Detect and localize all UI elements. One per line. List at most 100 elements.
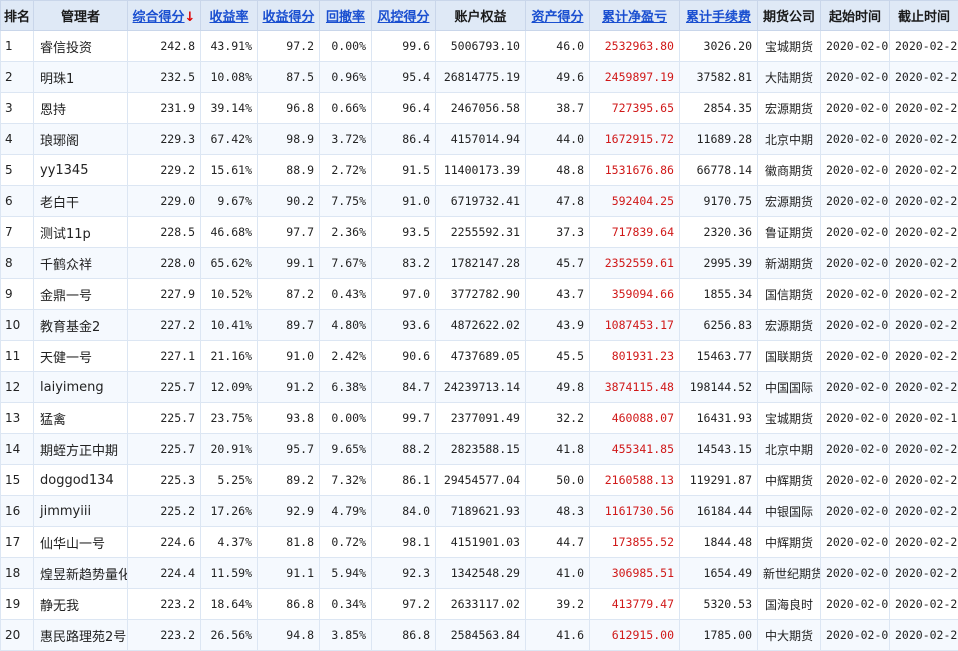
cell-return-rate: 18.64%	[200, 588, 258, 620]
cell-manager[interactable]: 恩持	[33, 92, 128, 124]
cell-net-profit: 1161730.56	[589, 495, 680, 527]
cell-rank: 19	[0, 588, 34, 620]
cell-manager[interactable]: jimmyiii	[33, 495, 128, 527]
cell-composite-score: 225.7	[127, 433, 201, 465]
cell-return-score: 81.8	[257, 526, 320, 558]
sort-link-return-score[interactable]: 收益得分	[262, 10, 314, 25]
cell-manager[interactable]: 猛禽	[33, 402, 128, 434]
header-drawdown[interactable]: 回撤率	[319, 0, 372, 31]
cell-drawdown: 2.42%	[319, 340, 372, 372]
cell-risk-score: 98.1	[371, 526, 436, 558]
cell-end-time: 2020-02-26	[889, 154, 958, 186]
cell-manager[interactable]: 惠民路理苑2号	[33, 619, 128, 651]
header-risk-score[interactable]: 风控得分	[371, 0, 436, 31]
cell-manager[interactable]: 静无我	[33, 588, 128, 620]
cell-fees: 9170.75	[679, 185, 758, 217]
cell-equity: 2584563.84	[435, 619, 526, 651]
cell-return-rate: 10.41%	[200, 309, 258, 341]
cell-company: 北京中期	[757, 123, 821, 155]
header-rank: 排名	[0, 0, 34, 31]
cell-start-time: 2020-02-03	[820, 185, 890, 217]
cell-asset-score: 48.3	[525, 495, 590, 527]
cell-manager[interactable]: 测试11p	[33, 216, 128, 248]
header-net-profit[interactable]: 累计净盈亏	[589, 0, 680, 31]
cell-return-score: 87.2	[257, 278, 320, 310]
cell-manager[interactable]: 明珠1	[33, 61, 128, 93]
cell-manager[interactable]: 天健一号	[33, 340, 128, 372]
table-row: 3 恩持 231.9 39.14% 96.8 0.66% 96.4 2467056.58 38.…	[0, 92, 958, 124]
cell-manager[interactable]: 期蛭方正中期	[33, 433, 128, 465]
cell-composite-score: 223.2	[127, 619, 201, 651]
cell-composite-score: 225.7	[127, 371, 201, 403]
cell-start-time: 2020-02-03	[820, 61, 890, 93]
cell-end-time: 2020-02-26	[889, 340, 958, 372]
sort-link-risk-score[interactable]: 风控得分	[377, 10, 429, 25]
cell-manager[interactable]: laiyimeng	[33, 371, 128, 403]
cell-manager[interactable]: 琅琊阁	[33, 123, 128, 155]
cell-drawdown: 2.72%	[319, 154, 372, 186]
cell-return-score: 89.2	[257, 464, 320, 496]
cell-asset-score: 44.7	[525, 526, 590, 558]
cell-end-time: 2020-02-26	[889, 495, 958, 527]
cell-risk-score: 86.8	[371, 619, 436, 651]
sort-link-fees[interactable]: 累计手续费	[686, 10, 751, 25]
cell-risk-score: 83.2	[371, 247, 436, 279]
cell-end-time: 2020-02-26	[889, 433, 958, 465]
cell-start-time: 2020-02-03	[820, 433, 890, 465]
cell-manager[interactable]: doggod134	[33, 464, 128, 496]
sort-link-composite-score[interactable]: 综合得分	[133, 10, 185, 25]
cell-asset-score: 48.8	[525, 154, 590, 186]
cell-fees: 16431.93	[679, 402, 758, 434]
table-row: 17 仙华山一号 224.6 4.37% 81.8 0.72% 98.1 4151901.03…	[0, 526, 958, 558]
cell-fees: 2320.36	[679, 216, 758, 248]
cell-return-score: 91.2	[257, 371, 320, 403]
cell-return-rate: 65.62%	[200, 247, 258, 279]
cell-rank: 1	[0, 30, 34, 62]
cell-manager[interactable]: 教育基金2	[33, 309, 128, 341]
cell-drawdown: 0.00%	[319, 402, 372, 434]
cell-drawdown: 9.65%	[319, 433, 372, 465]
cell-fees: 119291.87	[679, 464, 758, 496]
cell-composite-score: 231.9	[127, 92, 201, 124]
header-asset-score[interactable]: 资产得分	[525, 0, 590, 31]
cell-manager[interactable]: 睿信投资	[33, 30, 128, 62]
cell-drawdown: 2.36%	[319, 216, 372, 248]
cell-manager[interactable]: yy1345	[33, 154, 128, 186]
cell-manager[interactable]: 金鼎一号	[33, 278, 128, 310]
cell-end-time: 2020-02-26	[889, 185, 958, 217]
header-return-rate[interactable]: 收益率	[200, 0, 258, 31]
cell-risk-score: 91.0	[371, 185, 436, 217]
sort-link-net-profit[interactable]: 累计净盈亏	[602, 10, 667, 25]
sort-link-drawdown[interactable]: 回撤率	[326, 10, 365, 25]
sort-link-return-rate[interactable]: 收益率	[209, 10, 248, 25]
cell-manager[interactable]: 煌昱新趋势量化	[33, 557, 128, 589]
cell-asset-score: 38.7	[525, 92, 590, 124]
cell-composite-score: 227.1	[127, 340, 201, 372]
header-composite-score[interactable]: 综合得分↓	[127, 0, 201, 31]
cell-manager[interactable]: 仙华山一号	[33, 526, 128, 558]
header-company: 期货公司	[757, 0, 821, 31]
cell-net-profit: 173855.52	[589, 526, 680, 558]
cell-drawdown: 4.79%	[319, 495, 372, 527]
cell-manager[interactable]: 老白干	[33, 185, 128, 217]
cell-asset-score: 41.8	[525, 433, 590, 465]
cell-fees: 2854.35	[679, 92, 758, 124]
cell-return-rate: 12.09%	[200, 371, 258, 403]
header-manager: 管理者	[33, 0, 128, 31]
cell-risk-score: 99.6	[371, 30, 436, 62]
cell-rank: 2	[0, 61, 34, 93]
sort-link-asset-score[interactable]: 资产得分	[531, 10, 583, 25]
cell-return-rate: 39.14%	[200, 92, 258, 124]
header-row: 排名 管理者 综合得分↓ 收益率 收益得分 回撤率 风控得分 账户权益 资产得分…	[0, 0, 958, 31]
cell-risk-score: 93.6	[371, 309, 436, 341]
cell-manager[interactable]: 千鹤众祥	[33, 247, 128, 279]
cell-fees: 5320.53	[679, 588, 758, 620]
cell-composite-score: 228.0	[127, 247, 201, 279]
header-fees[interactable]: 累计手续费	[679, 0, 758, 31]
cell-fees: 16184.44	[679, 495, 758, 527]
cell-asset-score: 50.0	[525, 464, 590, 496]
header-equity: 账户权益	[435, 0, 526, 31]
header-return-score[interactable]: 收益得分	[257, 0, 320, 31]
cell-rank: 17	[0, 526, 34, 558]
cell-return-rate: 26.56%	[200, 619, 258, 651]
